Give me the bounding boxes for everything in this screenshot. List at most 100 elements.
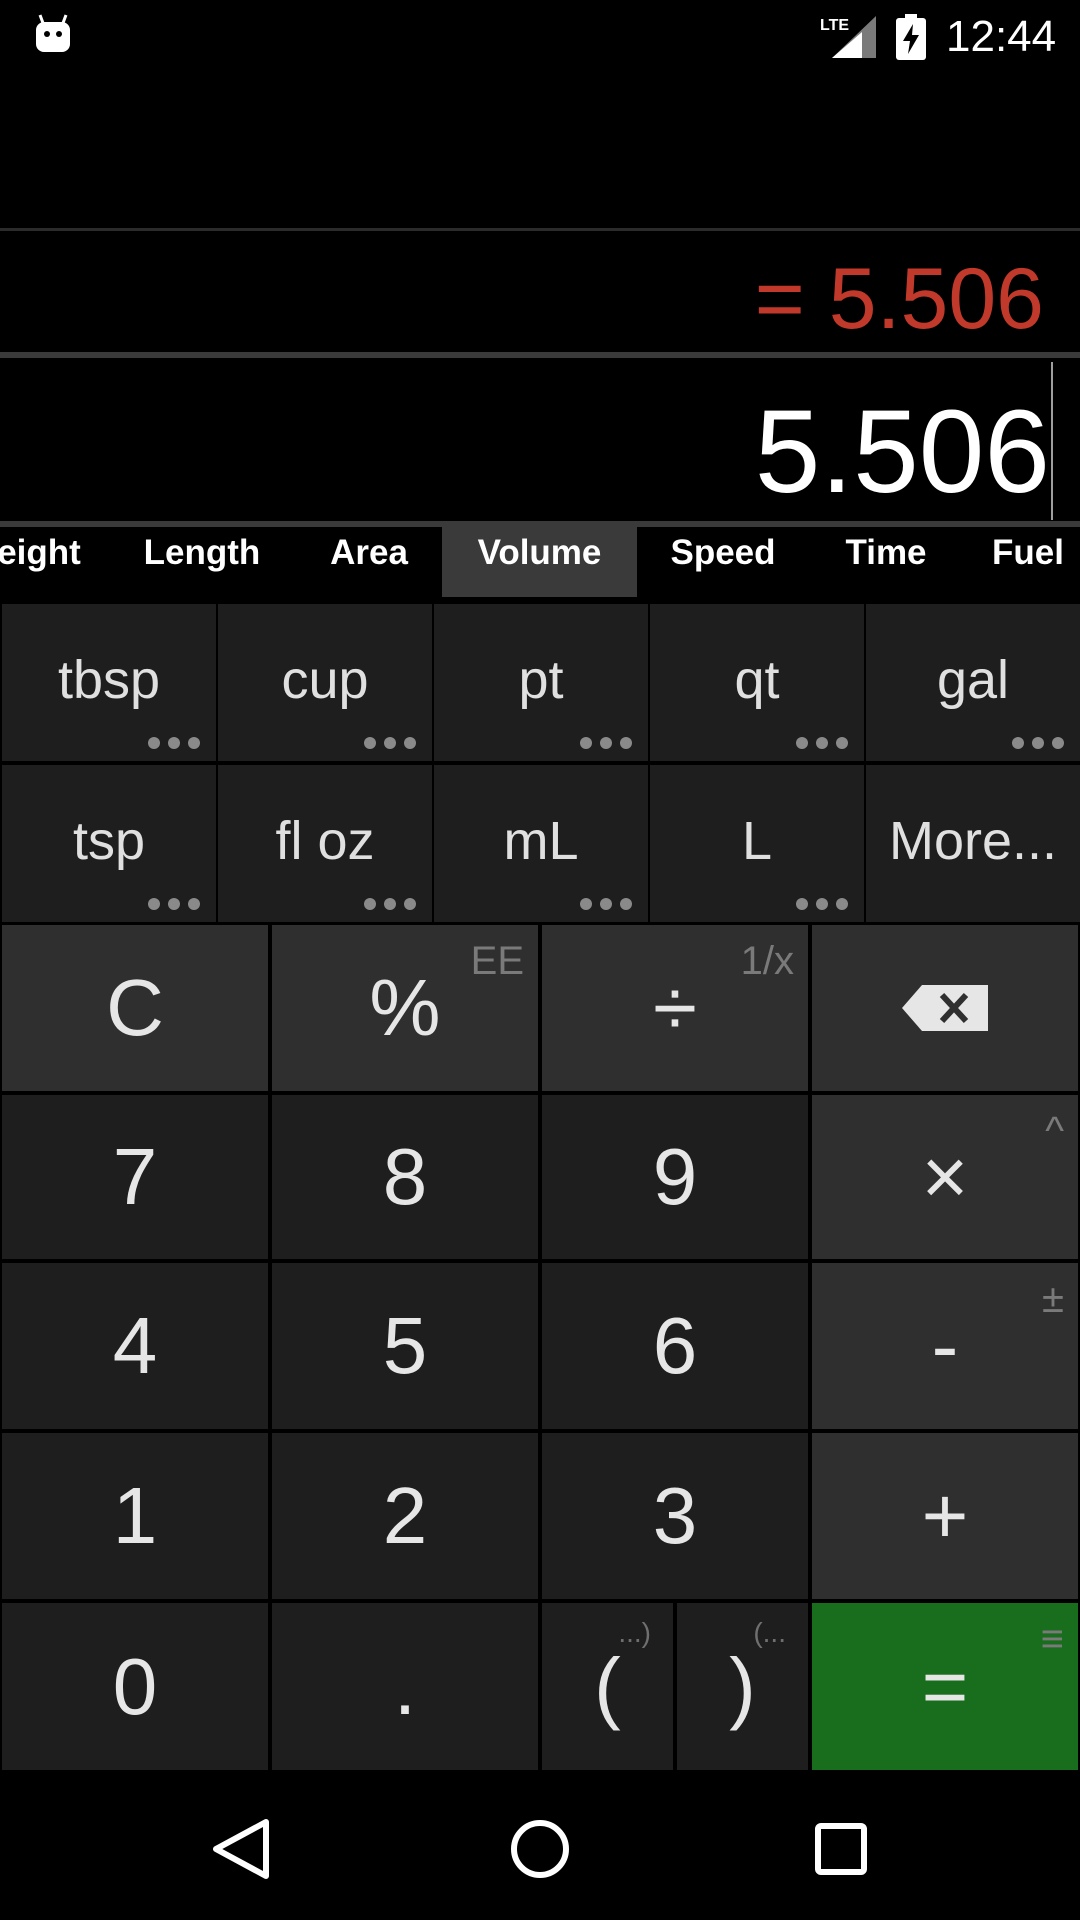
- unit-label: L: [741, 811, 773, 871]
- plus-button[interactable]: +: [812, 1433, 1078, 1599]
- key-label: 4: [112, 1301, 158, 1390]
- text-cursor: [1051, 362, 1053, 520]
- display-divider: [0, 352, 1080, 358]
- more-options-dots-icon: [580, 898, 634, 910]
- unit-key-fl-oz[interactable]: fl oz: [218, 765, 432, 922]
- unit-label: qt: [734, 650, 780, 710]
- unit-label: gal: [936, 650, 1010, 710]
- tab-volume[interactable]: Volume: [442, 527, 637, 597]
- digit-2-button[interactable]: 2: [272, 1433, 538, 1599]
- unit-label: More...: [888, 811, 1058, 871]
- key-label: .: [393, 1641, 417, 1731]
- digit-1-button[interactable]: 1: [2, 1433, 268, 1599]
- digit-8-button[interactable]: 8: [272, 1095, 538, 1259]
- close-parenthesis-button[interactable]: ) (...: [677, 1603, 808, 1770]
- recents-icon[interactable]: [796, 1804, 886, 1894]
- more-options-dots-icon: [796, 737, 850, 749]
- android-notification-icon: [36, 14, 70, 52]
- lte-label: LTE: [820, 17, 849, 34]
- more-options-dots-icon: [148, 737, 202, 749]
- back-icon[interactable]: [196, 1804, 286, 1894]
- key-secondary-label: 1/x: [740, 939, 794, 983]
- unit-label: pt: [518, 650, 564, 710]
- unit-key-tbsp[interactable]: tbsp: [2, 604, 216, 761]
- key-label: 7: [112, 1132, 158, 1221]
- key-label: +: [921, 1471, 969, 1560]
- unit-label: fl oz: [275, 811, 375, 871]
- backspace-icon: [902, 985, 988, 1031]
- key-label: C: [106, 963, 164, 1052]
- key-label: ): [729, 1641, 756, 1731]
- more-options-dots-icon: [148, 898, 202, 910]
- digit-4-button[interactable]: 4: [2, 1263, 268, 1429]
- unit-grid: tbsp cup pt qt gal tsp fl oz mL L More..…: [0, 602, 1080, 923]
- backspace-button[interactable]: [812, 925, 1078, 1091]
- key-secondary-label: ^: [1045, 1109, 1064, 1153]
- key-label: =: [921, 1641, 969, 1731]
- unit-label: mL: [503, 811, 579, 871]
- equals-button[interactable]: = ≡: [812, 1603, 1078, 1770]
- key-label: 1: [112, 1471, 158, 1560]
- lte-signal-icon: LTE: [820, 16, 876, 58]
- key-label: 0: [112, 1641, 158, 1731]
- key-label: 9: [652, 1132, 698, 1221]
- digit-9-button[interactable]: 9: [542, 1095, 808, 1259]
- key-secondary-label: ...): [618, 1617, 651, 1648]
- more-options-dots-icon: [364, 898, 418, 910]
- unit-key-ml[interactable]: mL: [434, 765, 648, 922]
- unit-key-tsp[interactable]: tsp: [2, 765, 216, 922]
- result-display: = 5.506: [754, 251, 1044, 347]
- home-icon[interactable]: [495, 1804, 585, 1894]
- unit-key-pt[interactable]: pt: [434, 604, 648, 761]
- navigation-bar: [0, 1774, 1080, 1920]
- key-secondary-label: (...: [753, 1617, 786, 1648]
- clear-button[interactable]: C: [2, 925, 268, 1091]
- decimal-point-button[interactable]: .: [272, 1603, 538, 1770]
- tab-fuel[interactable]: Fuel: [992, 527, 1080, 597]
- key-label: 6: [652, 1301, 698, 1390]
- status-bar: LTE 12:44: [0, 0, 1080, 72]
- open-parenthesis-button[interactable]: ( ...): [542, 1603, 673, 1770]
- tab-length[interactable]: Length: [122, 527, 282, 597]
- digit-6-button[interactable]: 6: [542, 1263, 808, 1429]
- digit-7-button[interactable]: 7: [2, 1095, 268, 1259]
- expression-input[interactable]: 5.506: [755, 384, 1050, 520]
- unit-label: cup: [281, 650, 369, 710]
- unit-key-qt[interactable]: qt: [650, 604, 864, 761]
- unit-label: tsp: [72, 811, 146, 871]
- unit-key-gal[interactable]: gal: [866, 604, 1080, 761]
- digit-3-button[interactable]: 3: [542, 1433, 808, 1599]
- unit-key-cup[interactable]: cup: [218, 604, 432, 761]
- multiply-button[interactable]: × ^: [812, 1095, 1078, 1259]
- key-label: 2: [382, 1471, 428, 1560]
- key-secondary-label: ±: [1042, 1277, 1064, 1321]
- more-options-dots-icon: [364, 737, 418, 749]
- digit-0-button[interactable]: 0: [2, 1603, 268, 1770]
- battery-charging-icon: [896, 14, 926, 60]
- unit-label: tbsp: [57, 650, 161, 710]
- history-icon: ≡: [1040, 1617, 1064, 1661]
- digit-5-button[interactable]: 5: [272, 1263, 538, 1429]
- calculator-keypad: C % EE ÷ 1/x 7 8 9 × ^ 4 5 6 - ± 1 2 3 +…: [0, 923, 1080, 1774]
- key-label: -: [931, 1301, 959, 1390]
- key-label: 8: [382, 1132, 428, 1221]
- more-units-button[interactable]: More...: [866, 765, 1080, 922]
- key-label: 5: [382, 1301, 428, 1390]
- more-options-dots-icon: [1012, 737, 1066, 749]
- tab-time[interactable]: Time: [830, 527, 942, 597]
- key-label: 3: [652, 1471, 698, 1560]
- key-secondary-label: EE: [470, 939, 524, 983]
- key-label: (: [594, 1641, 621, 1731]
- divide-button[interactable]: ÷ 1/x: [542, 925, 808, 1091]
- minus-button[interactable]: - ±: [812, 1263, 1078, 1429]
- display-divider: [0, 228, 1080, 231]
- percent-button[interactable]: % EE: [272, 925, 538, 1091]
- unit-key-l[interactable]: L: [650, 765, 864, 922]
- unit-category-tabs: eight Length Area Volume Speed Time Fuel: [0, 527, 1080, 597]
- tab-speed[interactable]: Speed: [656, 527, 790, 597]
- status-time: 12:44: [946, 12, 1057, 61]
- more-options-dots-icon: [580, 737, 634, 749]
- more-options-dots-icon: [796, 898, 850, 910]
- tab-area[interactable]: Area: [306, 527, 432, 597]
- tab-weight[interactable]: eight: [0, 527, 82, 597]
